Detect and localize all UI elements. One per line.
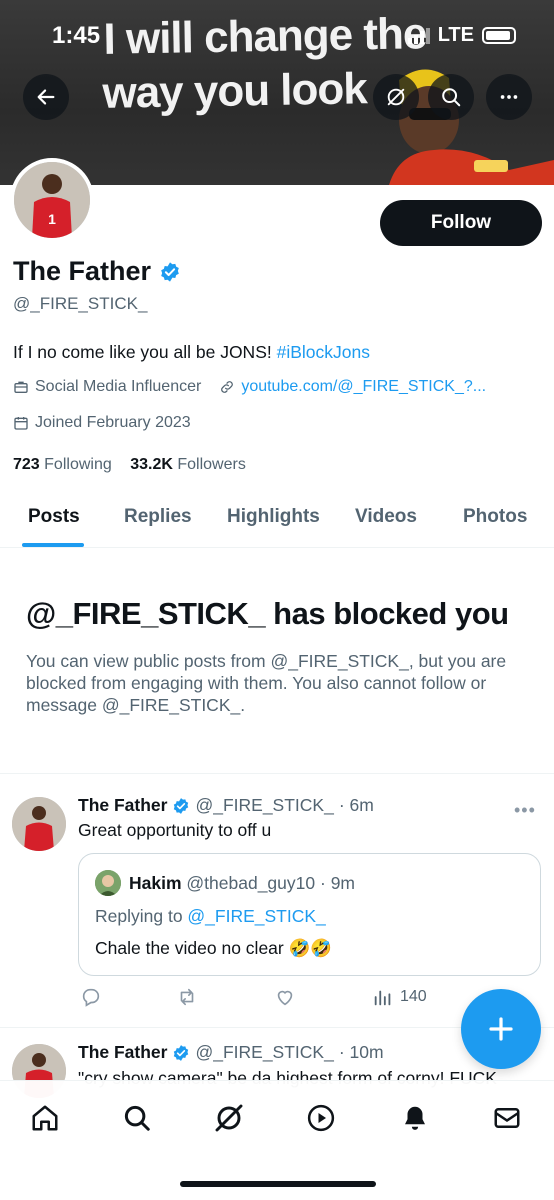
signal-icon — [407, 27, 430, 44]
verified-badge-icon[interactable] — [159, 261, 181, 283]
post-header: The Father @_FIRE_STICK_ · 10m — [78, 1042, 384, 1063]
follow-button[interactable]: Follow — [380, 200, 542, 246]
quoted-author-handle: @thebad_guy10 — [186, 873, 316, 893]
section-divider — [0, 773, 554, 774]
profile-avatar[interactable]: 1 — [10, 158, 94, 242]
search-button[interactable] — [428, 74, 474, 120]
quoted-post[interactable]: Hakim @thebad_guy10 · 9m Replying to @_F… — [78, 853, 541, 976]
post-time: · 6m — [338, 795, 374, 815]
play-icon — [307, 1104, 335, 1132]
like-button[interactable] — [274, 986, 296, 1008]
heart-icon — [277, 990, 293, 1006]
nav-home[interactable] — [28, 1101, 62, 1135]
home-icon — [32, 1105, 58, 1131]
home-indicator — [180, 1181, 376, 1187]
post-time: · 10m — [338, 1042, 384, 1062]
profile-display-name: The Father — [13, 256, 181, 287]
link-icon — [221, 381, 234, 393]
repost-icon — [180, 988, 194, 1006]
following-label: Following — [44, 456, 112, 473]
status-bar: 1:45 LTE — [0, 0, 554, 72]
more-icon — [500, 95, 518, 99]
follow-counts: 723 Following 33.2K Followers — [13, 456, 246, 474]
grok-icon — [387, 88, 405, 106]
grok-icon — [215, 1104, 243, 1132]
status-indicators: LTE — [407, 24, 516, 47]
bio-text: If I no come like you all be JONS! — [13, 342, 277, 362]
post-author-handle[interactable]: @_FIRE_STICK_ — [195, 1042, 333, 1063]
post-avatar-image — [12, 797, 66, 851]
verified-badge-icon — [174, 797, 189, 814]
grok-button[interactable] — [373, 74, 419, 120]
profile-handle: @_FIRE_STICK_ — [13, 294, 148, 313]
nav-grok[interactable] — [212, 1101, 246, 1135]
nav-video[interactable] — [304, 1101, 338, 1135]
profile-meta-row: Social Media Influencer youtube.com/@_FI… — [13, 378, 486, 396]
active-tab-indicator — [22, 543, 84, 547]
back-button[interactable] — [23, 74, 69, 120]
compose-button[interactable] — [461, 989, 541, 1069]
quoted-text: Chale the video no clear 🤣🤣 — [95, 938, 333, 958]
mail-icon — [494, 1108, 520, 1128]
views-chart-icon — [374, 990, 391, 1006]
post-avatar[interactable] — [12, 797, 66, 851]
bio-hashtag-link[interactable]: #iBlockJons — [277, 342, 370, 362]
replying-to-link[interactable]: @_FIRE_STICK_ — [187, 906, 325, 926]
views-count: 140 — [400, 988, 427, 1005]
repost-button[interactable] — [176, 986, 198, 1008]
post-header: The Father @_FIRE_STICK_ · 6m — [78, 795, 374, 816]
quoted-replying-to: Replying to @_FIRE_STICK_ — [95, 906, 326, 927]
nav-search[interactable] — [120, 1101, 154, 1135]
profile-tabs: Posts Replies Highlights Videos Photos — [0, 488, 554, 548]
tab-photos[interactable]: Photos — [463, 506, 527, 528]
search-icon — [442, 88, 461, 107]
tab-highlights[interactable]: Highlights — [227, 506, 320, 528]
replying-prefix: Replying to — [95, 906, 188, 926]
tab-videos[interactable]: Videos — [355, 506, 417, 528]
blocked-description: You can view public posts from @_FIRE_ST… — [26, 651, 507, 715]
bell-icon — [405, 1106, 425, 1130]
following-link[interactable]: 723 Following — [13, 456, 112, 473]
svg-text:1: 1 — [48, 211, 56, 227]
reply-icon — [82, 988, 100, 1007]
profile-link[interactable]: youtube.com/@_FIRE_STICK_?... — [241, 378, 486, 396]
search-icon — [124, 1105, 150, 1131]
status-time: 1:45 — [52, 22, 101, 49]
avatar-image: 1 — [14, 162, 90, 238]
quoted-time: · 9m — [320, 873, 355, 893]
followers-label: Followers — [177, 456, 246, 473]
post-author-name[interactable]: The Father — [78, 1042, 167, 1063]
post-text: Great opportunity to off u — [78, 820, 272, 840]
quoted-author-name: Hakim — [129, 873, 182, 893]
post-more-icon[interactable]: ••• — [514, 800, 536, 821]
quoted-avatar — [95, 870, 121, 896]
briefcase-icon — [14, 381, 28, 393]
nav-messages[interactable] — [490, 1101, 524, 1135]
profile-category: Social Media Influencer — [35, 378, 202, 395]
post-author-name[interactable]: The Father — [78, 795, 167, 816]
nav-notifications[interactable] — [398, 1101, 432, 1135]
quoted-header: Hakim @thebad_guy10 · 9m — [129, 873, 355, 894]
battery-icon — [482, 27, 516, 44]
tab-replies[interactable]: Replies — [124, 506, 192, 528]
profile-joined-row: Joined February 2023 — [13, 414, 191, 432]
calendar-icon — [14, 417, 28, 430]
post-author-handle[interactable]: @_FIRE_STICK_ — [195, 795, 333, 816]
following-count: 723 — [13, 456, 40, 473]
profile-joined: Joined February 2023 — [35, 414, 191, 431]
network-label: LTE — [437, 24, 474, 46]
tab-posts[interactable]: Posts — [28, 506, 80, 528]
views-button[interactable]: 140 — [372, 986, 427, 1008]
plus-icon — [489, 1017, 513, 1041]
followers-link[interactable]: 33.2K Followers — [130, 456, 246, 473]
verified-badge-icon — [174, 1044, 189, 1061]
more-button[interactable] — [486, 74, 532, 120]
profile-bio: If I no come like you all be JONS! #iBlo… — [13, 342, 370, 363]
display-name-text: The Father — [13, 256, 152, 286]
arrow-left-icon — [37, 89, 55, 105]
followers-count: 33.2K — [130, 456, 173, 473]
blocked-title: @_FIRE_STICK_ has blocked you — [26, 596, 509, 631]
reply-button[interactable] — [80, 986, 102, 1008]
post-actions: 140 — [78, 986, 518, 1012]
